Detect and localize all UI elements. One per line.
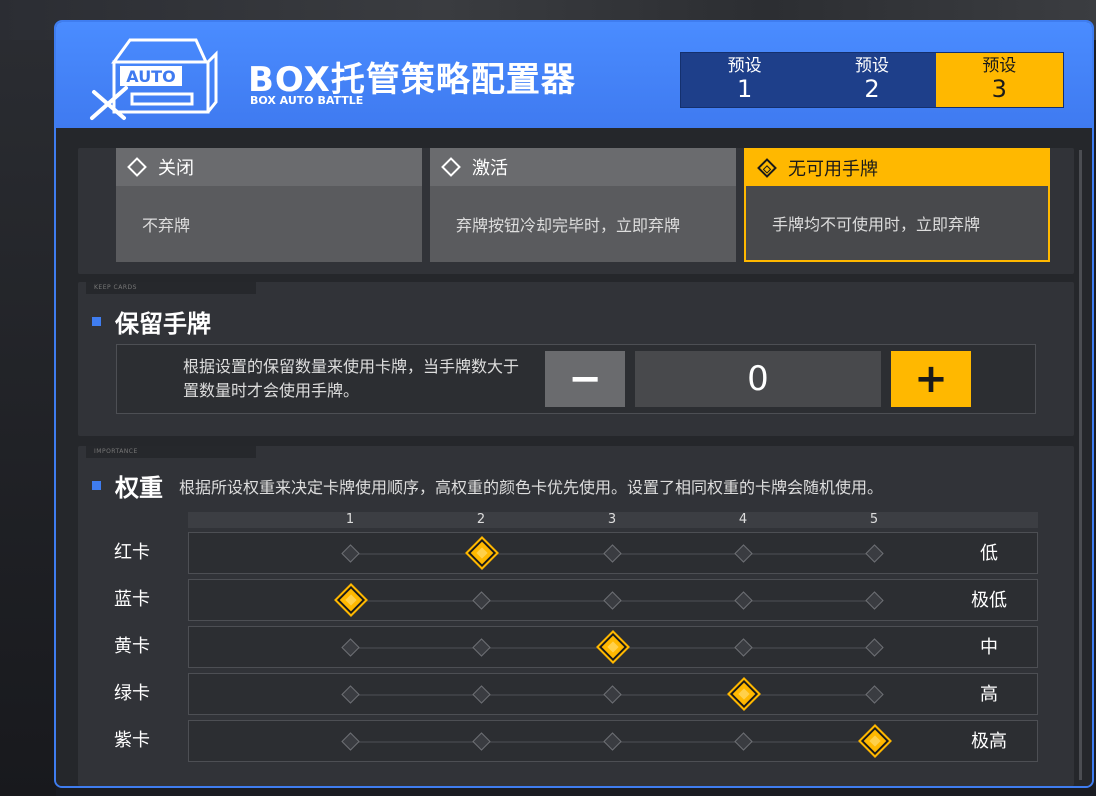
panel-header: AUTO BOX托管策略配置器 BOX AUTO BATTLE 预设 1 预设 … — [56, 22, 1092, 128]
option-title: 激活 — [472, 158, 508, 179]
scale-label: 1 — [345, 512, 355, 527]
weight-option-5[interactable] — [865, 685, 884, 704]
auto-box-logo: AUTO — [90, 38, 218, 120]
weight-value: 高 — [980, 684, 998, 705]
decrease-button[interactable]: − — [545, 351, 625, 407]
weight-option-4[interactable] — [727, 677, 761, 711]
weight-value: 极高 — [971, 731, 1007, 752]
weight-value: 中 — [980, 637, 998, 658]
discard-option-active[interactable]: 激活 弃牌按钮冷却完毕时，立即弃牌 — [430, 148, 736, 262]
weight-option-1[interactable] — [334, 583, 368, 617]
option-title: 无可用手牌 — [788, 159, 878, 180]
preset-number: 3 — [991, 75, 1007, 103]
weight-option-4[interactable] — [734, 638, 753, 657]
weight-scale-header: 1 2 3 4 5 — [188, 512, 1038, 528]
keep-cards-section: KEEP CARDS 保留手牌 根据设置的保留数量来使用卡牌，当手牌数大于置数量… — [78, 282, 1074, 436]
weight-option-3[interactable] — [603, 591, 622, 610]
app-subtitle: BOX AUTO BATTLE — [250, 94, 364, 107]
background-left — [0, 40, 56, 796]
diamond-icon — [441, 157, 461, 177]
option-title: 关闭 — [158, 158, 194, 179]
tab-preset-3[interactable]: 预设 3 — [935, 53, 1063, 107]
row-label: 红卡 — [114, 542, 150, 563]
increase-button[interactable]: + — [891, 351, 971, 407]
weight-option-3[interactable] — [596, 630, 630, 664]
weight-option-3[interactable] — [603, 732, 622, 751]
preset-label: 预设 — [727, 56, 762, 76]
weight-option-5[interactable] — [858, 724, 892, 758]
option-desc: 手牌均不可使用时，立即弃牌 — [746, 186, 1048, 260]
preset-label: 预设 — [854, 56, 889, 76]
weight-value: 极低 — [971, 590, 1007, 611]
weight-option-4[interactable] — [734, 732, 753, 751]
weight-row-blue: 蓝卡 极低 — [88, 579, 1038, 621]
section-marker-icon — [92, 317, 101, 326]
weight-row-purple: 紫卡 极高 — [88, 720, 1038, 762]
weight-option-5[interactable] — [865, 638, 884, 657]
diamond-icon — [127, 157, 147, 177]
preset-number: 2 — [864, 75, 880, 103]
weight-slider[interactable]: 中 — [188, 626, 1038, 668]
weight-slider[interactable]: 高 — [188, 673, 1038, 715]
weight-option-5[interactable] — [865, 591, 884, 610]
discard-option-no-cards[interactable]: 无可用手牌 手牌均不可使用时，立即弃牌 — [744, 148, 1050, 262]
section-tag: KEEP CARDS — [86, 282, 256, 294]
scale-label: 5 — [869, 512, 879, 527]
preset-number: 1 — [737, 75, 753, 103]
weight-option-2[interactable] — [465, 536, 499, 570]
option-desc: 不弃牌 — [116, 186, 422, 262]
section-title: 保留手牌 — [115, 310, 211, 338]
row-label: 绿卡 — [114, 683, 150, 704]
section-desc: 根据所设权重来决定卡牌使用顺序，高权重的颜色卡优先使用。设置了相同权重的卡牌会随… — [179, 477, 884, 497]
section-tag: IMPORTANCE — [86, 446, 256, 458]
weight-option-1[interactable] — [341, 638, 360, 657]
scale-label: 3 — [607, 512, 617, 527]
weight-row-green: 绿卡 高 — [88, 673, 1038, 715]
keep-cards-desc: 根据设置的保留数量来使用卡牌，当手牌数大于置数量时才会使用手牌。 — [183, 357, 520, 400]
weight-option-4[interactable] — [734, 544, 753, 563]
tab-preset-1[interactable]: 预设 1 — [681, 53, 808, 107]
weight-option-1[interactable] — [341, 685, 360, 704]
weight-option-2[interactable] — [472, 732, 491, 751]
weight-option-2[interactable] — [472, 591, 491, 610]
weight-value: 低 — [980, 543, 998, 564]
weight-option-1[interactable] — [341, 732, 360, 751]
scale-label: 4 — [738, 512, 748, 527]
scale-label: 2 — [476, 512, 486, 527]
option-desc: 弃牌按钮冷却完毕时，立即弃牌 — [430, 186, 736, 262]
preset-label: 预设 — [982, 56, 1017, 76]
strategy-panel: AUTO BOX托管策略配置器 BOX AUTO BATTLE 预设 1 预设 … — [54, 20, 1094, 788]
weight-slider[interactable]: 极低 — [188, 579, 1038, 621]
section-marker-icon — [92, 481, 101, 490]
weight-slider[interactable]: 低 — [188, 532, 1038, 574]
keep-count-value: 0 — [635, 351, 881, 407]
weight-option-4[interactable] — [734, 591, 753, 610]
weight-option-1[interactable] — [341, 544, 360, 563]
discard-option-off[interactable]: 关闭 不弃牌 — [116, 148, 422, 262]
row-label: 蓝卡 — [114, 589, 150, 610]
weight-option-5[interactable] — [865, 544, 884, 563]
weight-option-2[interactable] — [472, 638, 491, 657]
keep-cards-heading: 保留手牌 — [92, 304, 211, 339]
discard-section: 关闭 不弃牌 激活 弃牌按钮冷却完毕时，立即弃牌 无可用手牌 手牌均不可使用时，… — [78, 148, 1074, 274]
row-label: 紫卡 — [114, 730, 150, 751]
section-title: 权重 — [115, 474, 163, 502]
diamond-icon — [757, 158, 777, 178]
weight-option-3[interactable] — [603, 544, 622, 563]
svg-text:AUTO: AUTO — [126, 67, 175, 86]
weight-heading: 权重 根据所设权重来决定卡牌使用顺序，高权重的颜色卡优先使用。设置了相同权重的卡… — [92, 468, 883, 503]
weight-slider[interactable]: 极高 — [188, 720, 1038, 762]
preset-tabs: 预设 1 预设 2 预设 3 — [680, 52, 1064, 108]
row-label: 黄卡 — [114, 636, 150, 657]
weight-row-red: 红卡 低 — [88, 532, 1038, 574]
scrollbar[interactable] — [1079, 150, 1082, 780]
weight-option-2[interactable] — [472, 685, 491, 704]
weight-option-3[interactable] — [603, 685, 622, 704]
keep-cards-control: 根据设置的保留数量来使用卡牌，当手牌数大于置数量时才会使用手牌。 − 0 + — [116, 344, 1036, 414]
weight-row-yellow: 黄卡 中 — [88, 626, 1038, 668]
tab-preset-2[interactable]: 预设 2 — [808, 53, 935, 107]
weight-section: IMPORTANCE 权重 根据所设权重来决定卡牌使用顺序，高权重的颜色卡优先使… — [78, 446, 1074, 786]
